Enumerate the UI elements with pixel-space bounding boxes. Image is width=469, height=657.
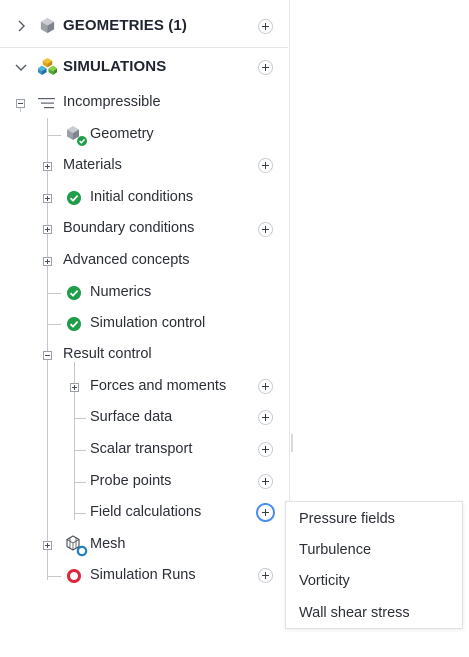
geometries-section-header[interactable]: GEOMETRIES (1) [0,6,288,46]
mesh-icon [66,535,88,557]
tree-item-simulation-control[interactable]: Simulation control [0,312,288,336]
add-simulation-button[interactable] [258,60,273,75]
expand-toggle[interactable] [70,383,79,392]
geometry-ok-icon [67,126,87,146]
tree-item-label: Initial conditions [90,189,194,205]
tree-item-label: Boundary conditions [63,220,195,236]
tree-item-label: Field calculations [90,504,202,520]
menu-item-vorticity[interactable]: Vorticity [299,573,350,589]
tree-item-label: Probe points [90,473,172,489]
tree-item-label: Scalar transport [90,441,193,457]
menu-item-pressure-fields[interactable]: Pressure fields [299,511,395,527]
tree-item-label: Simulation Runs [90,567,196,583]
tree-line [47,576,61,577]
simulation-tree-panel: GEOMETRIES (1) SIMULATIONS Incompressibl… [0,0,290,590]
tree-line [74,482,86,483]
tree-item-numerics[interactable]: Numerics [0,281,288,305]
menu-item-wall-shear-stress[interactable]: Wall shear stress [299,605,410,621]
tree-item-field-calculations[interactable]: Field calculations [0,501,288,525]
chevron-down-icon[interactable] [14,60,28,74]
tree-item-probe-points[interactable]: Probe points [0,470,288,494]
tree-item-label: Advanced concepts [63,252,190,268]
tree-item-boundary-conditions[interactable]: Boundary conditions [0,217,288,241]
tree-item-label: Materials [63,157,122,173]
tree-item-initial-conditions[interactable]: Initial conditions [0,186,288,210]
add-material-button[interactable] [258,158,273,173]
simulation-list-icon [38,98,55,109]
add-probe-points-button[interactable] [258,474,273,489]
expand-toggle[interactable] [43,257,52,266]
chevron-right-icon[interactable] [14,19,28,33]
tree-item-mesh[interactable]: Mesh [0,533,288,557]
add-boundary-condition-button[interactable] [258,222,273,237]
status-ok-icon [67,286,81,300]
tree-line [47,135,61,136]
expand-toggle[interactable] [43,541,52,550]
scrollbar-thumb[interactable] [291,434,293,452]
tree-line [47,324,61,325]
geometries-title: GEOMETRIES (1) [63,17,187,34]
tree-item-label: Simulation control [90,315,206,331]
tree-item-geometry[interactable]: Geometry [0,123,288,147]
add-geometry-button[interactable] [258,19,273,34]
tree-item-incompressible[interactable]: Incompressible [0,91,288,115]
tree-item-label: Numerics [90,284,152,300]
simulations-title: SIMULATIONS [63,58,167,75]
tree-item-simulation-runs[interactable]: Simulation Runs [0,564,288,588]
add-simulation-run-button[interactable] [258,568,273,583]
tree-line [74,513,86,514]
simulations-section-header[interactable]: SIMULATIONS [0,47,288,87]
tree-item-forces-and-moments[interactable]: Forces and moments [0,375,288,399]
expand-toggle[interactable] [43,162,52,171]
tree-item-materials[interactable]: Materials [0,154,288,178]
collapse-toggle[interactable] [16,99,25,108]
tree-item-surface-data[interactable]: Surface data [0,406,288,430]
add-forces-and-moments-button[interactable] [258,379,273,394]
collapse-toggle[interactable] [43,351,52,360]
status-ok-icon [67,317,81,331]
add-scalar-transport-button[interactable] [258,442,273,457]
tree-item-label: Result control [63,346,152,362]
tree-item-label: Forces and moments [90,378,227,394]
field-calculations-dropdown-menu: Pressure fields Turbulence Vorticity Wal… [285,501,463,629]
tree-item-label: Geometry [90,126,154,142]
tree-item-result-control[interactable]: Result control [0,343,288,367]
tree-item-scalar-transport[interactable]: Scalar transport [0,438,288,462]
cube-colored-icon [38,57,57,76]
tree-item-label: Incompressible [63,94,161,110]
tree-line [74,418,86,419]
status-error-icon [67,569,81,583]
cube-gray-icon [40,17,55,34]
add-surface-data-button[interactable] [258,410,273,425]
tree-item-label: Mesh [90,536,126,552]
tree-item-label: Surface data [90,409,173,425]
add-field-calculation-button[interactable] [256,503,275,522]
expand-toggle[interactable] [43,194,52,203]
tree-line [74,450,86,451]
tree-line [47,293,61,294]
expand-toggle[interactable] [43,225,52,234]
tree-item-advanced-concepts[interactable]: Advanced concepts [0,249,288,273]
menu-item-turbulence[interactable]: Turbulence [299,542,371,558]
status-ok-icon [67,191,81,205]
